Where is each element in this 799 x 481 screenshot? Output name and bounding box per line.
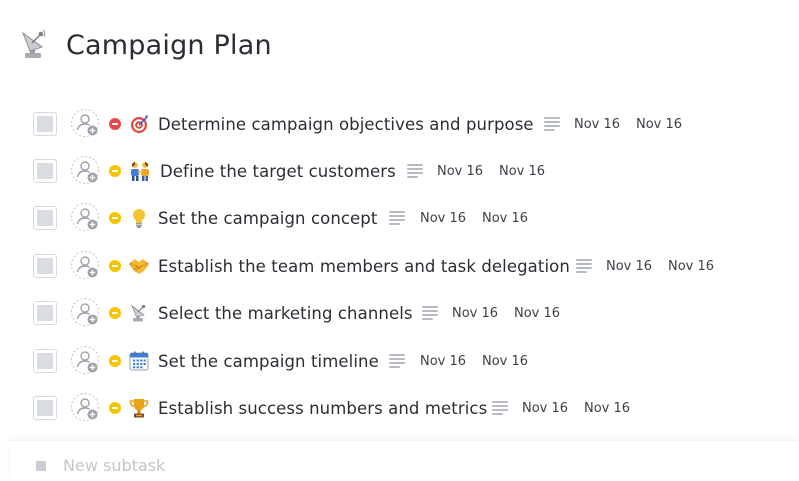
- start-date[interactable]: Nov 16: [420, 354, 466, 369]
- description-icon[interactable]: [544, 117, 560, 131]
- task-row[interactable]: Establish success numbers and metrics No…: [0, 388, 799, 428]
- description-icon[interactable]: [422, 306, 438, 320]
- add-assignee-icon[interactable]: [70, 297, 102, 329]
- add-assignee-icon[interactable]: [70, 108, 102, 140]
- due-date[interactable]: Nov 16: [482, 211, 528, 226]
- satellite-antenna-icon: [128, 302, 150, 324]
- priority-normal-icon[interactable]: [109, 212, 121, 224]
- due-date[interactable]: Nov 16: [482, 354, 528, 369]
- page-header: Campaign Plan: [20, 24, 272, 66]
- priority-normal-icon[interactable]: [109, 307, 121, 319]
- new-subtask-bar[interactable]: New subtask: [10, 440, 799, 481]
- start-date[interactable]: Nov 16: [437, 164, 483, 179]
- task-name[interactable]: Establish success numbers and metrics: [158, 399, 487, 418]
- task-status-checkbox[interactable]: [33, 254, 57, 278]
- priority-normal-icon[interactable]: [109, 260, 121, 272]
- task-status-checkbox[interactable]: [33, 396, 57, 420]
- due-date[interactable]: Nov 16: [514, 306, 560, 321]
- new-subtask-input[interactable]: New subtask: [63, 456, 165, 475]
- due-date[interactable]: Nov 16: [584, 401, 630, 416]
- add-assignee-icon[interactable]: [70, 202, 102, 234]
- description-icon[interactable]: [389, 211, 405, 225]
- trophy-icon: [128, 397, 150, 419]
- handshake-icon: [128, 255, 150, 277]
- task-row[interactable]: Define the target customers Nov 16 Nov 1…: [0, 151, 799, 191]
- start-date[interactable]: Nov 16: [606, 259, 652, 274]
- task-name[interactable]: Define the target customers: [160, 162, 396, 181]
- add-assignee-icon[interactable]: [70, 392, 102, 424]
- satellite-antenna-icon: [20, 27, 48, 63]
- add-assignee-icon[interactable]: [70, 345, 102, 377]
- page-title: Campaign Plan: [66, 29, 272, 61]
- start-date[interactable]: Nov 16: [420, 211, 466, 226]
- light-bulb-icon: [128, 207, 150, 229]
- task-row[interactable]: Set the campaign concept Nov 16 Nov 16: [0, 198, 799, 238]
- task-name[interactable]: Set the campaign timeline: [158, 352, 379, 371]
- task-row[interactable]: Determine campaign objectives and purpos…: [0, 104, 799, 144]
- description-icon[interactable]: [407, 164, 423, 178]
- add-assignee-icon[interactable]: [70, 250, 102, 282]
- task-name[interactable]: Establish the team members and task dele…: [158, 257, 570, 276]
- calendar-icon: [128, 350, 150, 372]
- description-icon[interactable]: [576, 259, 592, 273]
- subtask-status-icon: [36, 461, 46, 471]
- task-row[interactable]: Set the campaign timeline Nov 16 Nov 16: [0, 341, 799, 381]
- start-date[interactable]: Nov 16: [574, 117, 620, 132]
- people-holding-hands-icon: [129, 160, 151, 182]
- task-row[interactable]: Establish the team members and task dele…: [0, 246, 799, 286]
- task-status-checkbox[interactable]: [33, 112, 57, 136]
- start-date[interactable]: Nov 16: [452, 306, 498, 321]
- priority-urgent-icon[interactable]: [109, 118, 121, 130]
- priority-normal-icon[interactable]: [109, 165, 121, 177]
- due-date[interactable]: Nov 16: [499, 164, 545, 179]
- task-name[interactable]: Set the campaign concept: [158, 209, 377, 228]
- task-status-checkbox[interactable]: [33, 349, 57, 373]
- start-date[interactable]: Nov 16: [522, 401, 568, 416]
- task-row[interactable]: Select the marketing channels Nov 16 Nov…: [0, 293, 799, 333]
- task-name[interactable]: Select the marketing channels: [158, 304, 413, 323]
- priority-normal-icon[interactable]: [109, 402, 121, 414]
- add-assignee-icon[interactable]: [70, 155, 102, 187]
- task-name[interactable]: Determine campaign objectives and purpos…: [158, 115, 534, 134]
- due-date[interactable]: Nov 16: [668, 259, 714, 274]
- description-icon[interactable]: [492, 401, 508, 415]
- task-status-checkbox[interactable]: [33, 159, 57, 183]
- due-date[interactable]: Nov 16: [636, 117, 682, 132]
- direct-hit-target-icon: [128, 113, 150, 135]
- description-icon[interactable]: [389, 354, 405, 368]
- task-status-checkbox[interactable]: [33, 206, 57, 230]
- task-status-checkbox[interactable]: [33, 301, 57, 325]
- priority-normal-icon[interactable]: [109, 355, 121, 367]
